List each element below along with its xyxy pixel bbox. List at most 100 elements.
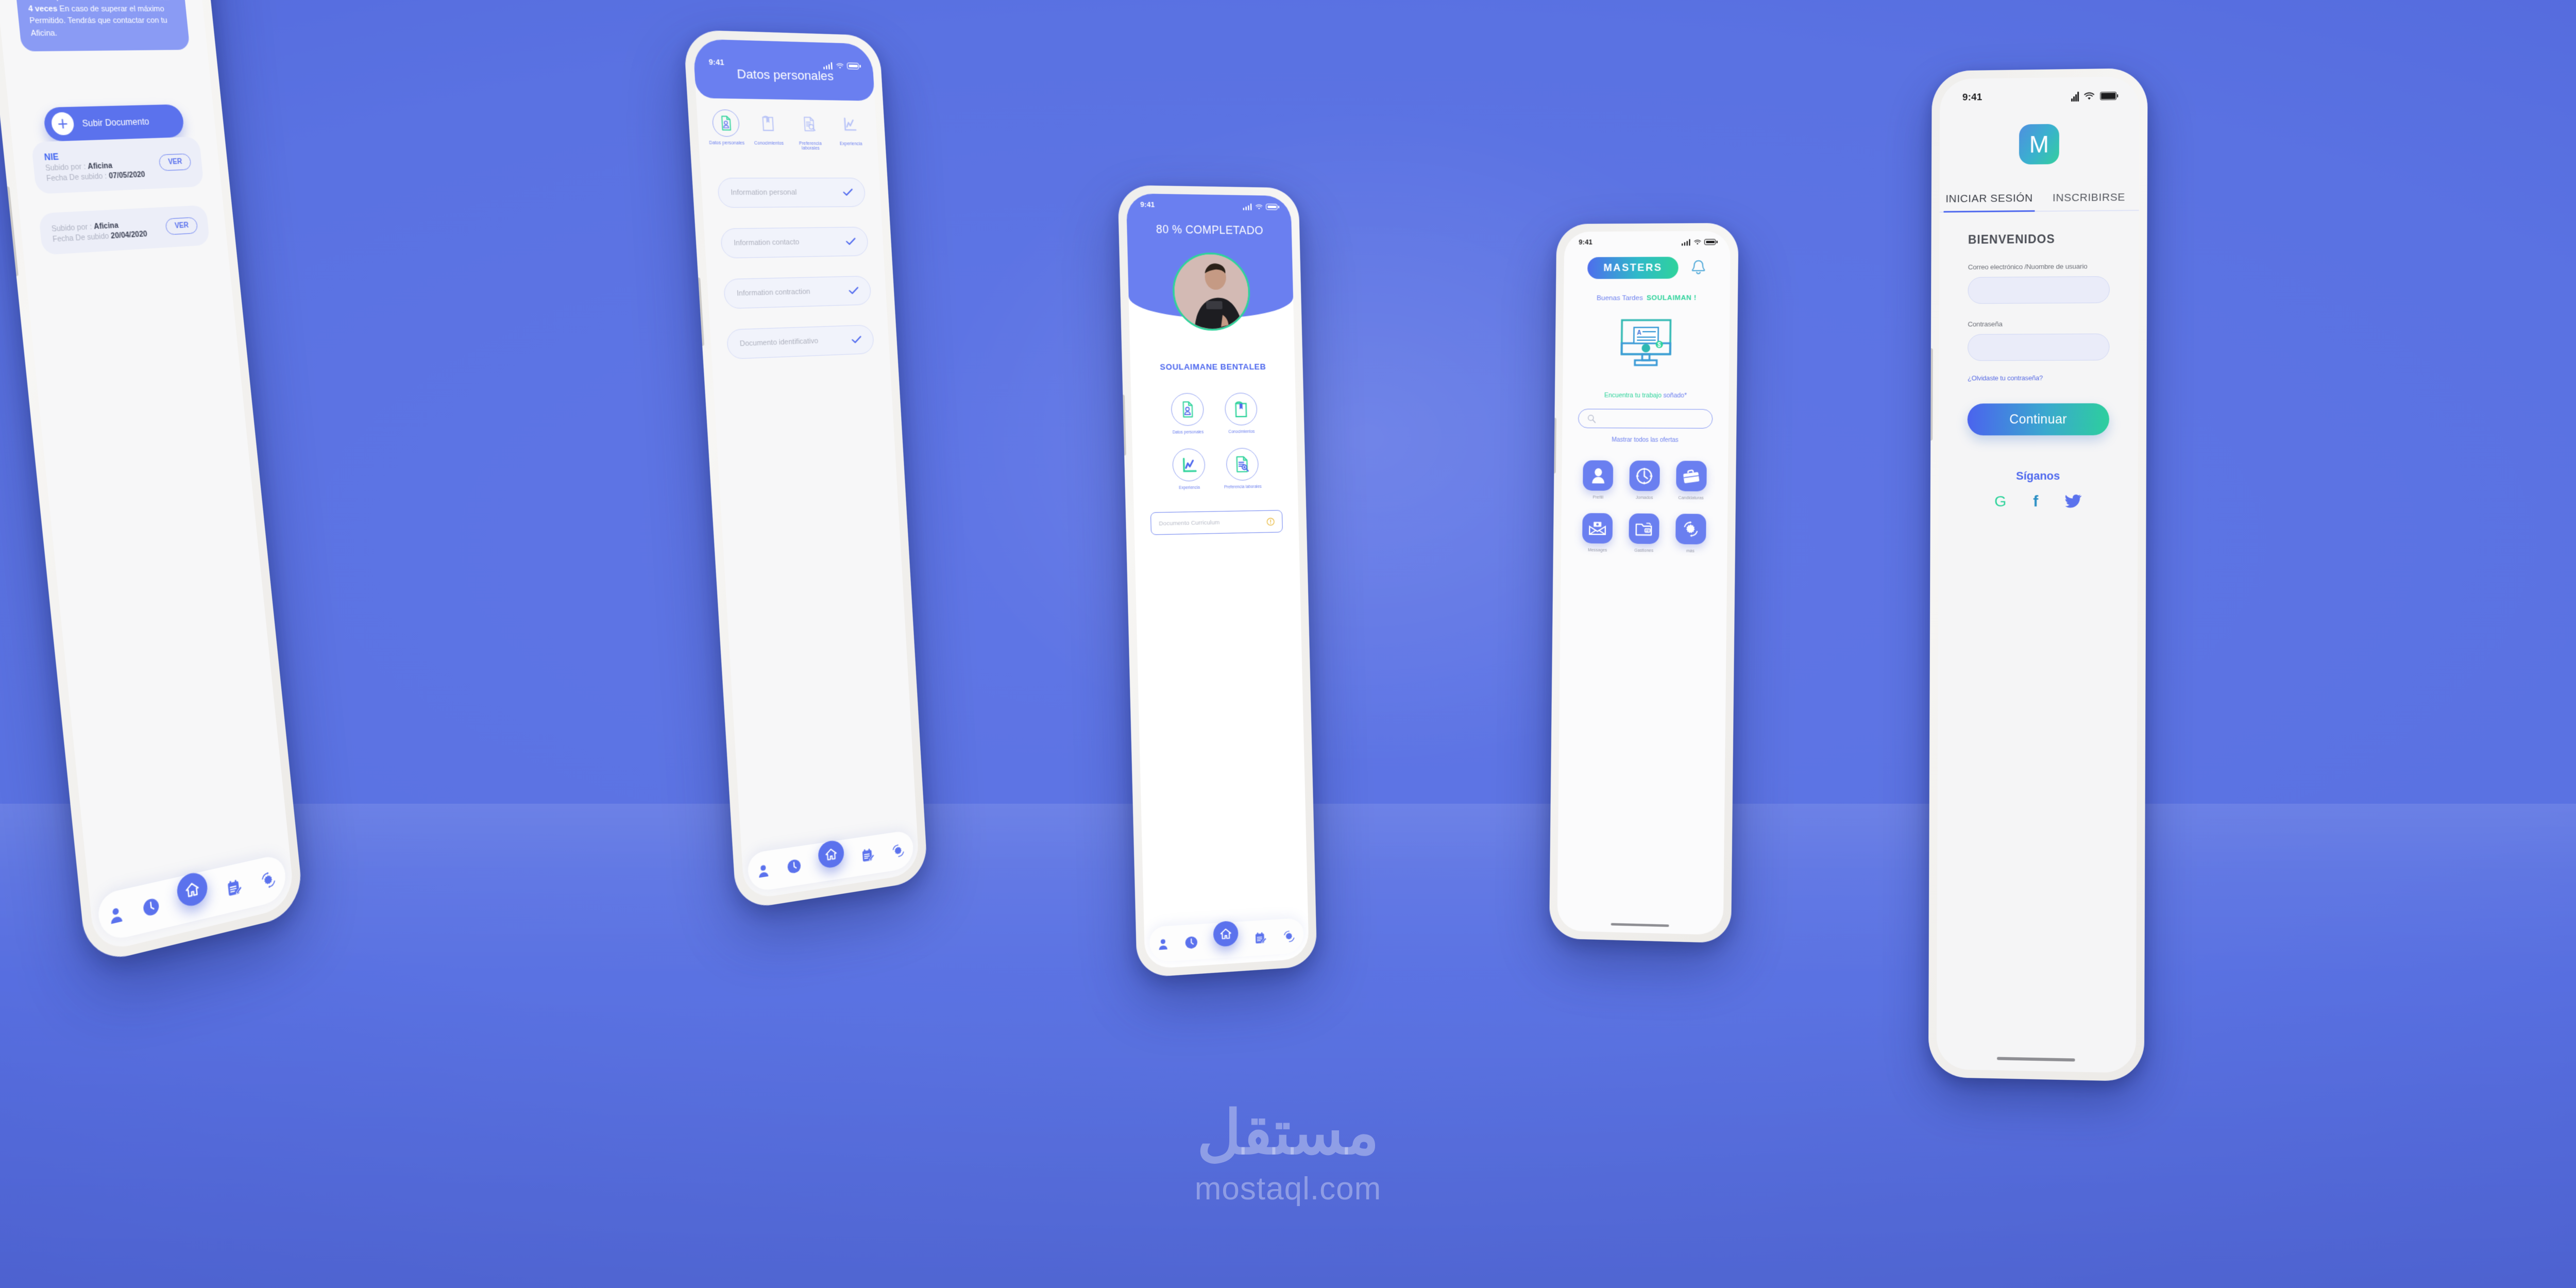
tab-conocimientos[interactable]: Conocimientos bbox=[748, 110, 789, 151]
view-document-button[interactable]: VER bbox=[158, 154, 192, 172]
document-search-icon bbox=[1226, 448, 1259, 481]
tab-preferencia-laborales[interactable]: Preferencia laborales bbox=[790, 110, 829, 151]
app-label: Prefill bbox=[1592, 495, 1603, 500]
wifi-icon bbox=[1255, 204, 1263, 209]
tab-datos-personales[interactable]: Datos personales bbox=[705, 109, 747, 150]
section-datos-personales[interactable]: Datos personales bbox=[1160, 393, 1215, 435]
section-preferencia-laborales[interactable]: Preferencia laborales bbox=[1215, 448, 1269, 490]
nav-home-button[interactable] bbox=[1213, 920, 1239, 947]
date-value: 20/04/2020 bbox=[110, 229, 148, 241]
status-time: 9:41 bbox=[1579, 239, 1593, 247]
document-date: Fecha De subido 20/04/2020 bbox=[52, 230, 147, 244]
tab-label: Datos personales bbox=[709, 141, 745, 146]
section-conocimientos[interactable]: Conocimientos bbox=[1214, 393, 1268, 434]
brand-badge: MASTERS bbox=[1587, 257, 1679, 279]
app-gastiones[interactable]: Gastiones bbox=[1623, 513, 1665, 553]
search-input[interactable] bbox=[1578, 409, 1713, 429]
uploader-value: Aficina bbox=[87, 161, 113, 172]
tab-experiencia[interactable]: Experiencia bbox=[831, 111, 870, 151]
side-button[interactable] bbox=[5, 186, 19, 277]
list-item[interactable]: Information personal bbox=[717, 177, 866, 208]
nav-clock-icon[interactable] bbox=[142, 896, 160, 918]
nav-settings-icon[interactable] bbox=[1283, 929, 1296, 943]
side-button[interactable] bbox=[1121, 394, 1126, 456]
app-messages[interactable]: Messages bbox=[1577, 513, 1618, 553]
nav-tasks-icon[interactable] bbox=[861, 847, 875, 863]
uploader-label: Subido por : bbox=[51, 222, 93, 234]
tab-label: Conocimientos bbox=[754, 141, 784, 146]
check-icon bbox=[849, 286, 859, 295]
phone-mockup-datos-personales: 9:41 Datos personales Datos personales C… bbox=[683, 29, 928, 911]
nav-profile-icon[interactable] bbox=[757, 863, 770, 879]
battery-icon bbox=[1266, 204, 1278, 210]
nav-profile-icon[interactable] bbox=[108, 905, 124, 925]
avatar[interactable] bbox=[1172, 252, 1251, 331]
phone-screen: 9:41 80 % COMPLETADO SOULAIMANE BENTALEB… bbox=[1126, 193, 1309, 970]
phone-chassis: 9:41 M INICIAR SESIÓN INSCRIBIRSE BIENVE… bbox=[1928, 68, 2148, 1082]
password-field[interactable] bbox=[1968, 333, 2110, 361]
list-item-label: Information contraction bbox=[736, 287, 810, 298]
tab-inscribirse[interactable]: INSCRIBIRSE bbox=[2039, 191, 2139, 211]
side-button[interactable] bbox=[1552, 417, 1556, 473]
document-card[interactable]: Subido por : Aficina Fecha De subido 20/… bbox=[38, 205, 210, 256]
section-label: Preferencia laborales bbox=[1224, 484, 1262, 490]
cv-document-field[interactable]: Documento Curriculum bbox=[1150, 510, 1283, 535]
side-button[interactable] bbox=[1928, 348, 1933, 441]
section-label: Conocimientos bbox=[1228, 429, 1255, 434]
phone-mockup-perfil: 9:41 80 % COMPLETADO SOULAIMANE BENTALEB… bbox=[1117, 185, 1317, 978]
status-time: 9:41 bbox=[708, 58, 725, 67]
google-icon[interactable]: G bbox=[1994, 493, 2006, 510]
document-search-icon bbox=[795, 110, 823, 138]
app-logo: M bbox=[2019, 124, 2059, 165]
facebook-icon[interactable]: f bbox=[2033, 493, 2038, 510]
twitter-icon[interactable] bbox=[2065, 494, 2082, 510]
cellular-bars-icon bbox=[1243, 203, 1252, 210]
app-jomados[interactable]: Jomados bbox=[1623, 460, 1666, 500]
status-bar: 9:41 bbox=[1940, 76, 2139, 104]
tab-label: Preferencia laborales bbox=[799, 141, 822, 151]
nav-profile-icon[interactable] bbox=[1158, 938, 1168, 951]
folder-icon bbox=[1629, 513, 1659, 544]
nav-home-button[interactable] bbox=[817, 839, 844, 870]
view-document-button[interactable]: VER bbox=[165, 217, 198, 236]
login-form: BIENVENIDOS Correo electrónico /Nuombre … bbox=[1939, 211, 2139, 510]
app-label: Jomados bbox=[1635, 496, 1653, 500]
briefcase-icon bbox=[1675, 461, 1707, 492]
battery-icon bbox=[1704, 239, 1716, 245]
nav-clock-icon[interactable] bbox=[786, 858, 801, 875]
mail-money-icon bbox=[1582, 513, 1613, 544]
nav-home-button[interactable] bbox=[176, 870, 210, 909]
date-label: Fecha De subido : bbox=[46, 172, 108, 183]
app-mas[interactable]: más bbox=[1669, 514, 1711, 554]
email-field[interactable] bbox=[1968, 276, 2110, 304]
status-bar: 9:41 bbox=[693, 50, 873, 71]
tab-iniciar-sesion[interactable]: INICIAR SESIÓN bbox=[1940, 192, 2039, 212]
list-item-label: Information contacto bbox=[733, 238, 800, 248]
app-candidaturas[interactable]: Candidaturas bbox=[1670, 461, 1713, 500]
nav-tasks-icon[interactable] bbox=[226, 877, 243, 898]
home-indicator bbox=[1997, 1057, 2075, 1062]
upload-document-button[interactable]: + Subir Documento bbox=[43, 104, 185, 142]
list-item[interactable]: Documento identificativo bbox=[726, 324, 875, 360]
forgot-password-link[interactable]: ¿Olvidaste tu contraseña? bbox=[1968, 374, 2109, 382]
document-date: Fecha De subido : 07/05/2020 bbox=[46, 170, 145, 183]
clock-icon bbox=[1629, 460, 1660, 492]
section-experiencia[interactable]: Experiencia bbox=[1161, 448, 1216, 490]
side-button[interactable] bbox=[696, 277, 705, 346]
app-label: Messages bbox=[1587, 548, 1607, 553]
date-label: Fecha De subido bbox=[52, 232, 110, 244]
search-icon bbox=[1587, 414, 1597, 423]
app-prefill[interactable]: Prefill bbox=[1577, 460, 1619, 500]
nav-clock-icon[interactable] bbox=[1184, 935, 1198, 949]
status-time: 9:41 bbox=[1140, 201, 1155, 209]
nav-settings-icon[interactable] bbox=[260, 870, 277, 890]
nav-tasks-icon[interactable] bbox=[1255, 931, 1267, 945]
app-label: Gastiones bbox=[1634, 548, 1654, 553]
monitor-illustration: A $ bbox=[1563, 316, 1730, 374]
nav-settings-icon[interactable] bbox=[891, 843, 905, 859]
list-item[interactable]: Information contacto bbox=[720, 227, 869, 259]
document-card[interactable]: NIE Subido por : Aficina Fecha De subido… bbox=[31, 137, 205, 194]
bell-icon[interactable] bbox=[1690, 259, 1706, 276]
list-item[interactable]: Information contraction bbox=[723, 276, 872, 309]
continue-button[interactable]: Continuar bbox=[1967, 403, 2110, 436]
